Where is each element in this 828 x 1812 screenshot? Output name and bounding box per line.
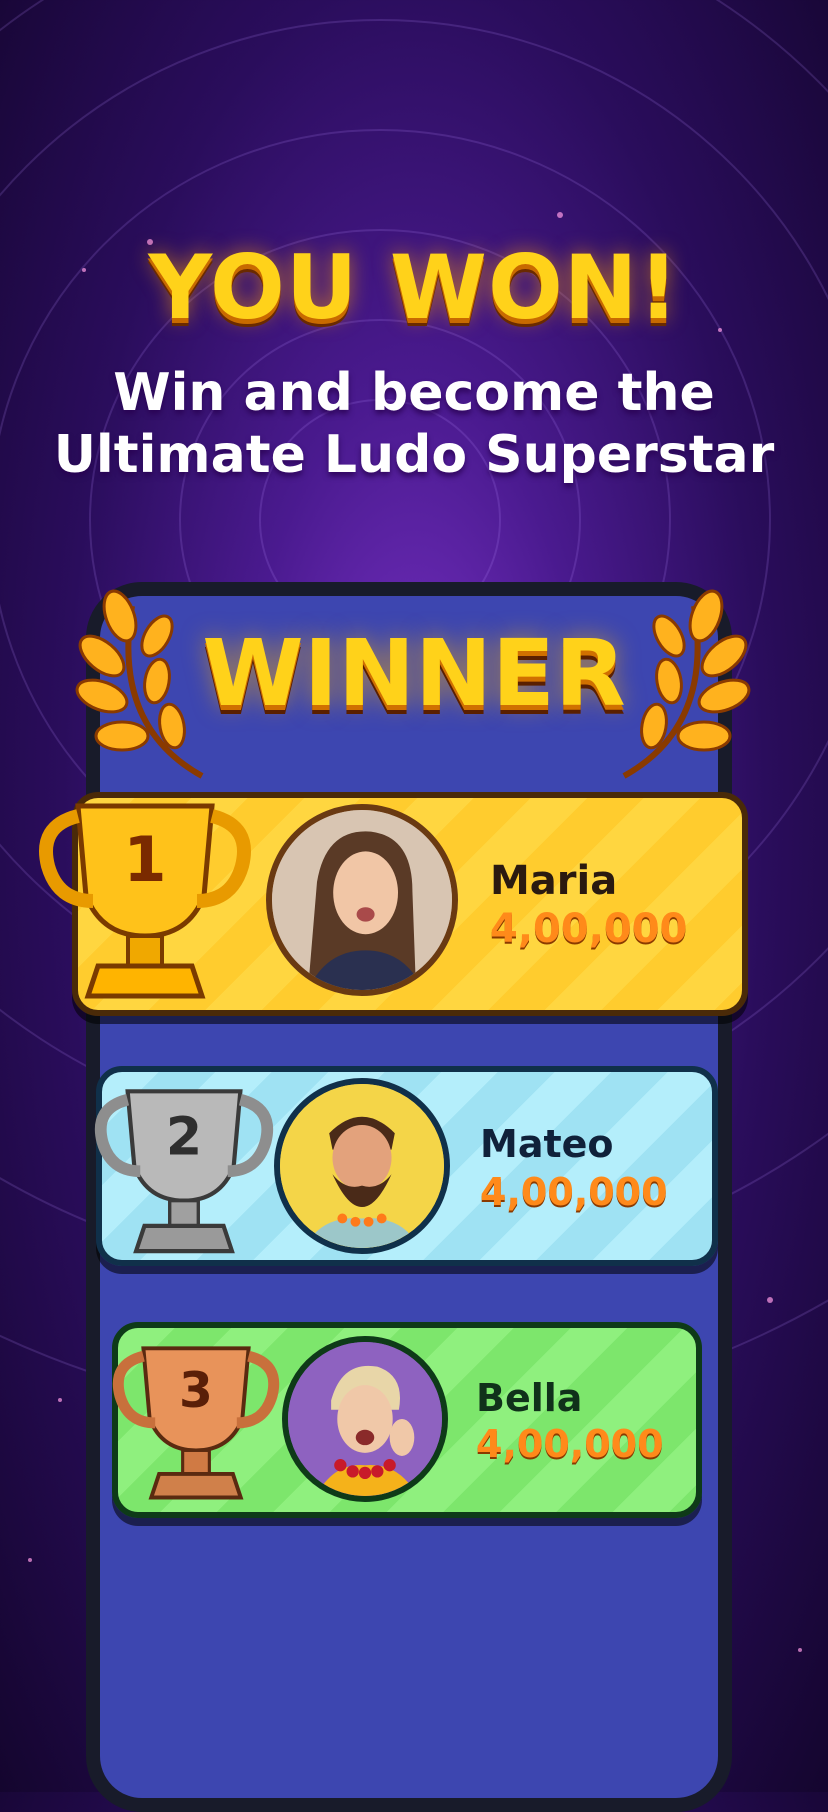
winner-banner: WINNER xyxy=(202,620,626,727)
player-score: 4,00,000 xyxy=(490,906,688,952)
player-avatar-maria[interactable] xyxy=(266,804,458,996)
bronze-trophy-icon: 3 xyxy=(112,1332,280,1506)
subtitle: Win and become the Ultimate Ludo Superst… xyxy=(0,362,828,486)
player-name: Mateo xyxy=(480,1122,614,1166)
player-name: Bella xyxy=(476,1376,583,1420)
player-score: 4,00,000 xyxy=(480,1170,668,1214)
trophy-rank-2: 2 xyxy=(166,1107,202,1167)
player-score: 4,00,000 xyxy=(476,1422,664,1466)
subtitle-line-1: Win and become the xyxy=(113,363,715,423)
player-avatar-bella[interactable] xyxy=(282,1336,448,1502)
subtitle-line-2: Ultimate Ludo Superstar xyxy=(53,425,775,485)
silver-trophy-icon: 2 xyxy=(94,1074,274,1260)
player-name: Maria xyxy=(490,858,618,904)
trophy-rank-3: 3 xyxy=(179,1363,213,1419)
trophy-rank-1: 1 xyxy=(123,823,166,896)
you-won-headline: YOU WON! xyxy=(148,236,680,339)
player-avatar-mateo[interactable] xyxy=(274,1078,450,1254)
gold-trophy-icon: 1 xyxy=(38,786,252,1006)
